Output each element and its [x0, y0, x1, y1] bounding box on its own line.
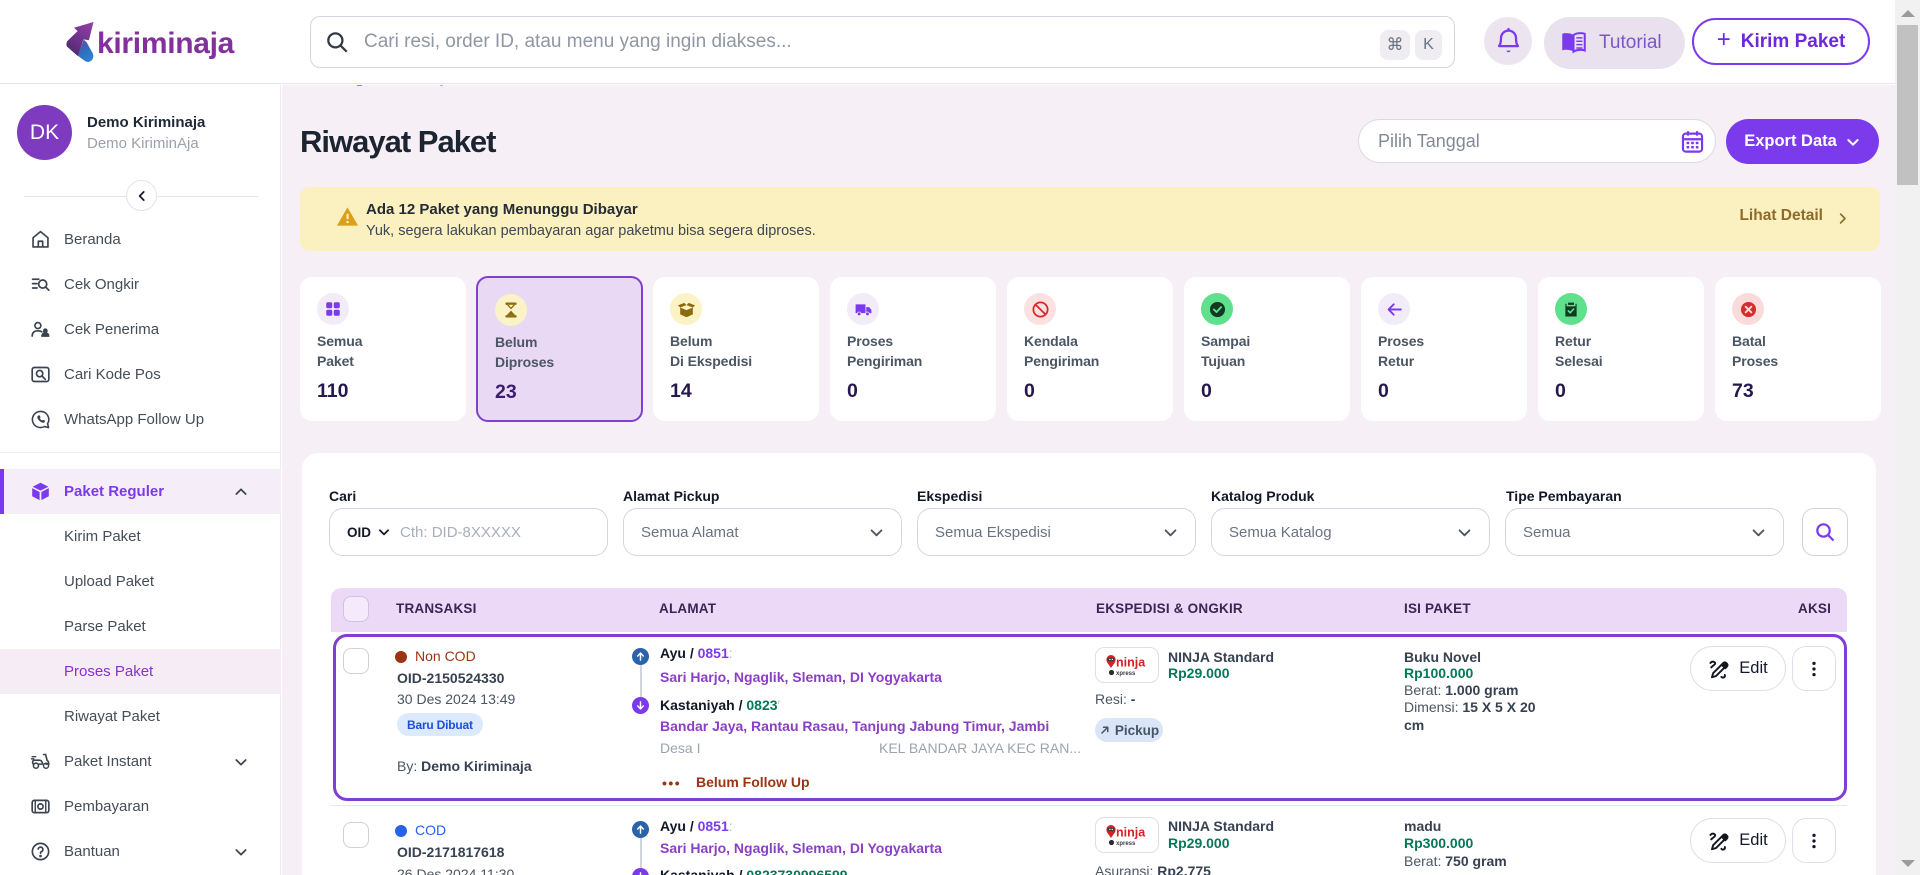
svg-text:xpress: xpress	[1116, 841, 1136, 847]
svg-text:ninja: ninja	[1116, 826, 1146, 840]
svg-text:xpress: xpress	[1116, 671, 1136, 677]
svg-text:ninja: ninja	[1116, 656, 1146, 670]
